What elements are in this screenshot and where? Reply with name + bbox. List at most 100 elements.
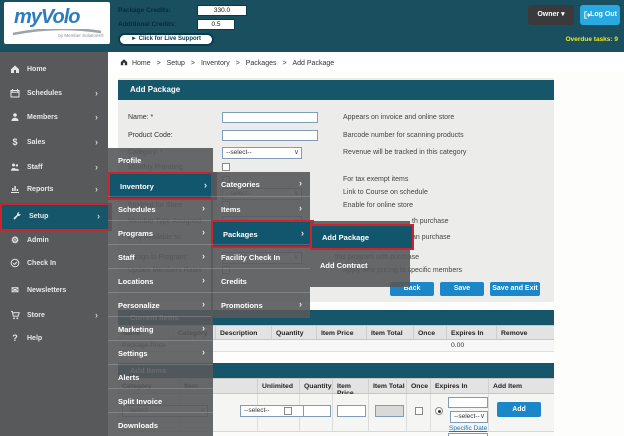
submenu-arrow-icon: › bbox=[95, 137, 98, 147]
top-header: myVolo by Member Solutions® Package Cred… bbox=[0, 0, 624, 52]
app-window: myVolo by Member Solutions® Package Cred… bbox=[0, 0, 624, 436]
dollar-icon: $ bbox=[10, 137, 20, 147]
submenu-arrow-icon: › bbox=[202, 299, 205, 309]
breadcrumb-packages[interactable]: Packages bbox=[246, 60, 277, 67]
menu-item-split-invoice[interactable]: Split Invoice bbox=[108, 388, 213, 413]
save-and-exit-button[interactable]: Save and Exit bbox=[490, 282, 540, 296]
envelope-icon: ✉ bbox=[10, 285, 20, 295]
sidebar-item-admin[interactable]: ⚙ Admin bbox=[0, 230, 108, 252]
bar-chart-icon bbox=[10, 184, 20, 194]
additional-credits-value[interactable]: 0.5 bbox=[197, 19, 235, 30]
sidebar: Home Schedules› Members› $ Sales› Staff›… bbox=[0, 52, 108, 436]
product-code-help: Barcode number for scanning products bbox=[343, 132, 464, 139]
save-button[interactable]: Save bbox=[440, 282, 484, 296]
sidebar-item-reports[interactable]: Reports› bbox=[0, 179, 108, 201]
course-help: Link to Course on schedule bbox=[343, 189, 428, 196]
submenu-arrow-icon: › bbox=[202, 227, 205, 237]
breadcrumb-add-package[interactable]: Add Package bbox=[292, 60, 334, 67]
menu-item-items[interactable]: Items› bbox=[211, 196, 310, 221]
expires-in-radio[interactable] bbox=[435, 407, 443, 415]
overdue-tasks-badge: Overdue tasks: 9 bbox=[566, 36, 618, 43]
category-select[interactable]: --select--∨ bbox=[222, 147, 302, 159]
additional-credits-label: Additional Credits: bbox=[118, 21, 176, 28]
brand-tagline: by Member Solutions® bbox=[58, 33, 104, 38]
menu-item-add-package[interactable]: Add Package bbox=[310, 224, 414, 250]
logout-button[interactable]: Log Out bbox=[580, 5, 620, 25]
select-arrow-icon: ∨ bbox=[480, 412, 485, 422]
menu-item-marketing[interactable]: Marketing› bbox=[108, 316, 213, 341]
sidebar-item-schedules[interactable]: Schedules› bbox=[0, 83, 108, 105]
menu-item-profile[interactable]: Profile bbox=[108, 148, 213, 172]
breadcrumb-setup[interactable]: Setup bbox=[167, 60, 185, 67]
calendar-icon bbox=[10, 88, 20, 98]
submenu-arrow-icon: › bbox=[301, 228, 304, 238]
unlimited-checkbox[interactable] bbox=[284, 407, 292, 415]
wrench-icon bbox=[12, 211, 22, 221]
online-store-help: Enable for online store bbox=[343, 202, 413, 209]
packages-menu-level3: Add Package Add Contract bbox=[310, 221, 410, 287]
quantity-input[interactable] bbox=[303, 405, 331, 417]
once-checkbox[interactable] bbox=[415, 407, 423, 415]
submenu-arrow-icon: › bbox=[95, 88, 98, 98]
submenu-arrow-icon: › bbox=[202, 275, 205, 285]
live-support-button[interactable]: ► Click for Live Support bbox=[118, 33, 214, 46]
people-icon bbox=[10, 162, 20, 172]
col-item-total: Item Total bbox=[369, 379, 407, 393]
play-icon: ► bbox=[131, 36, 137, 42]
select-arrow-icon: ∨ bbox=[294, 148, 299, 158]
menu-item-locations[interactable]: Locations› bbox=[108, 268, 213, 293]
menu-item-add-contract[interactable]: Add Contract bbox=[310, 254, 410, 276]
breadcrumb-inventory[interactable]: Inventory bbox=[201, 60, 230, 67]
menu-item-facility-check-in[interactable]: Facility Check In bbox=[211, 244, 310, 269]
breadcrumb-separator: > bbox=[282, 60, 286, 67]
menu-item-downloads[interactable]: Downloads bbox=[108, 412, 213, 436]
sidebar-item-help[interactable]: ? Help bbox=[0, 328, 108, 350]
member-type-help: th purchase bbox=[412, 218, 449, 225]
name-input[interactable] bbox=[222, 112, 318, 123]
chevron-down-icon: ▾ bbox=[561, 11, 565, 18]
menu-item-personalize[interactable]: Personalize› bbox=[108, 292, 213, 317]
menu-item-schedules[interactable]: Schedules› bbox=[108, 196, 213, 221]
sidebar-item-staff[interactable]: Staff› bbox=[0, 157, 108, 179]
expires-in-input[interactable] bbox=[448, 397, 488, 408]
item-price-input[interactable] bbox=[337, 405, 366, 417]
menu-item-categories[interactable]: Categories› bbox=[211, 172, 310, 196]
submenu-arrow-icon: › bbox=[299, 203, 302, 213]
product-code-input[interactable] bbox=[222, 130, 318, 141]
sidebar-item-sales[interactable]: $ Sales› bbox=[0, 132, 108, 154]
home-icon bbox=[120, 58, 128, 66]
sidebar-item-members[interactable]: Members› bbox=[0, 107, 108, 129]
col-unlimited: Unlimited bbox=[258, 379, 300, 393]
brand-logo: myVolo by Member Solutions® bbox=[4, 2, 110, 44]
setup-menu-level1: Profile Inventory› Schedules› Programs› … bbox=[108, 148, 213, 436]
item-total-input bbox=[375, 405, 404, 417]
name-label: Name: * bbox=[128, 114, 153, 121]
package-credits-value[interactable]: 330.0 bbox=[197, 5, 247, 16]
owner-menu-button[interactable]: Owner ▾ bbox=[528, 5, 574, 25]
menu-item-promotions[interactable]: Promotions› bbox=[211, 292, 310, 317]
submenu-arrow-icon: › bbox=[202, 323, 205, 333]
specific-date-link[interactable]: Specific Date bbox=[449, 425, 487, 432]
expires-in-select[interactable]: --select--∨ bbox=[450, 411, 488, 423]
submenu-arrow-icon: › bbox=[299, 299, 302, 309]
submenu-arrow-icon: › bbox=[95, 112, 98, 122]
menu-item-staff[interactable]: Staff› bbox=[108, 244, 213, 269]
menu-item-alerts[interactable]: Alerts bbox=[108, 364, 213, 389]
breadcrumb-home[interactable]: Home bbox=[132, 60, 151, 67]
add-button[interactable]: Add bbox=[497, 402, 541, 417]
menu-item-settings[interactable]: Settings› bbox=[108, 340, 213, 365]
sidebar-item-store[interactable]: Store› bbox=[0, 305, 108, 327]
question-icon: ? bbox=[10, 333, 20, 343]
col-description: Description bbox=[216, 326, 272, 339]
sidebar-item-setup[interactable]: Setup› bbox=[0, 203, 112, 231]
submenu-arrow-icon: › bbox=[202, 251, 205, 261]
breadcrumb-separator: > bbox=[191, 60, 195, 67]
sidebar-item-check-in[interactable]: Check In bbox=[0, 253, 108, 275]
menu-item-programs[interactable]: Programs› bbox=[108, 220, 213, 245]
menu-item-credits[interactable]: Credits bbox=[211, 268, 310, 293]
sidebar-item-newsletters[interactable]: ✉ Newsletters bbox=[0, 280, 108, 302]
category-help: Revenue will be tracked in this category bbox=[343, 149, 466, 156]
sidebar-item-home[interactable]: Home bbox=[0, 59, 108, 81]
monthly-prorating-checkbox[interactable] bbox=[222, 163, 230, 171]
col-remove: Remove bbox=[497, 326, 554, 339]
